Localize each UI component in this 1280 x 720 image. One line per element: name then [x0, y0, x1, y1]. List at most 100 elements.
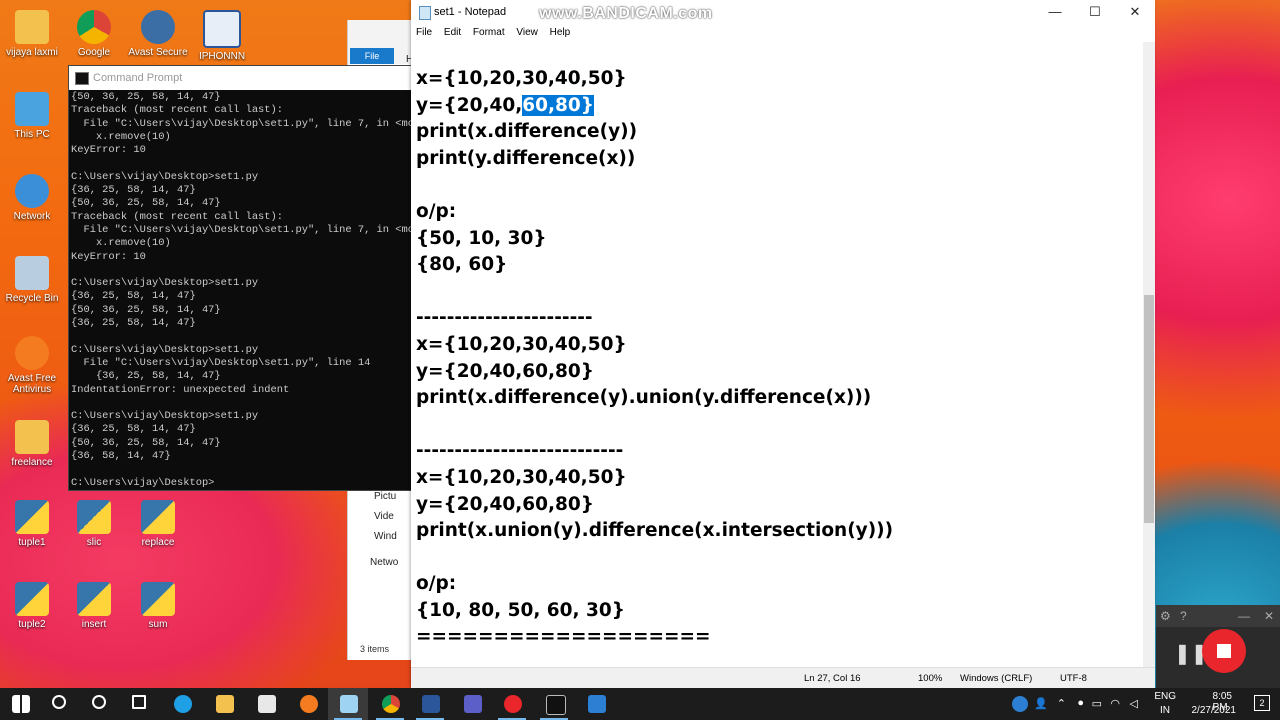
help-icon[interactable]: ?	[1180, 605, 1187, 627]
pinned-app-icon[interactable]	[576, 688, 616, 720]
edge-icon[interactable]	[162, 688, 202, 720]
status-zoom: 100%	[918, 673, 943, 684]
text-line: print(x.difference(y).union(y.difference…	[416, 387, 872, 409]
menu-help[interactable]: Help	[550, 27, 571, 38]
desktop-icon-avast-free-antivirus[interactable]: Avast Free Antivirus	[0, 336, 64, 395]
python-file-icon	[141, 582, 175, 616]
volume-icon[interactable]: ◁	[1130, 697, 1138, 710]
desktop-icon-avast-secure[interactable]: Avast Secure	[126, 10, 190, 58]
text-line: y={20,40,60,80}	[416, 93, 1136, 120]
text-line: {10, 80, 50, 60, 30}	[416, 599, 625, 621]
notepad-text-area[interactable]: x={10,20,30,40,50} y={20,40,60,80} print…	[416, 66, 1136, 656]
help-tray-icon[interactable]	[1012, 696, 1028, 712]
text-line: x={10,20,30,40,50}	[416, 68, 627, 89]
desktop-icon-freelance[interactable]: freelance	[0, 420, 64, 468]
desktop-icon-vijaya-laxmi[interactable]: vijaya laxmi	[0, 10, 64, 58]
python-file-icon	[15, 582, 49, 616]
text-line: print(x.difference(y))	[416, 121, 638, 143]
close-icon[interactable]: ✕	[1264, 605, 1274, 627]
chrome-icon[interactable]	[370, 688, 410, 720]
show-hidden-icons-chevron-icon[interactable]: ⌃	[1057, 697, 1066, 710]
clock-date[interactable]: 2/27/2021	[1192, 705, 1237, 716]
folder-icon	[15, 420, 49, 454]
text-line-prefix: y={20,40,	[416, 94, 523, 116]
menu-format[interactable]: Format	[473, 27, 505, 38]
selected-text[interactable]: 60,80}	[522, 94, 594, 116]
desktop-icon-replace[interactable]: replace	[126, 500, 190, 548]
status-position: Ln 27, Col 16	[804, 673, 861, 684]
avast-browser-icon[interactable]	[288, 688, 328, 720]
word-icon[interactable]	[410, 688, 450, 720]
notepad-icon[interactable]	[328, 688, 368, 720]
bandicam-recorder-widget[interactable]: ⚙ ? — ✕ ❚❚	[1156, 605, 1280, 688]
desktop-icon-this-pc[interactable]: This PC	[0, 92, 64, 140]
explorer-nav-windows[interactable]: Wind	[374, 531, 397, 542]
chrome-icon	[77, 10, 111, 44]
text-line: {80, 60}	[416, 254, 508, 276]
status-line-ending: Windows (CRLF)	[960, 673, 1033, 684]
word-doc-icon	[203, 10, 241, 48]
explorer-file-tab[interactable]: File	[350, 48, 394, 64]
maximize-button[interactable]: ☐	[1075, 0, 1115, 24]
cmd-titlebar[interactable]: Command Prompt	[69, 66, 413, 90]
cmd-output[interactable]: {50, 36, 25, 58, 14, 47} Traceback (most…	[69, 90, 413, 490]
stop-record-button[interactable]	[1202, 629, 1246, 673]
store-icon[interactable]	[246, 688, 286, 720]
input-language-bottom[interactable]: IN	[1160, 705, 1170, 716]
text-line: -----------------------	[416, 307, 593, 329]
menu-view[interactable]: View	[516, 27, 538, 38]
minimize-button[interactable]: —	[1035, 0, 1075, 24]
desktop-icon-tuple2[interactable]: tuple2	[0, 582, 64, 630]
wifi-icon[interactable]: ◠	[1110, 697, 1120, 710]
recycle-bin-icon	[15, 256, 49, 290]
status-encoding: UTF-8	[1060, 673, 1087, 684]
desktop-icon-tuple1[interactable]: tuple1	[0, 500, 64, 548]
menu-file[interactable]: File	[416, 27, 432, 38]
taskbar: 👤 ⌃ ● ▭ ◠ ◁ ENG IN 8:05 PM 2/27/2021 2	[0, 688, 1280, 720]
desktop-icon-slic[interactable]: slic	[62, 500, 126, 548]
text-line	[416, 279, 1136, 306]
desktop-icon-sum[interactable]: sum	[126, 582, 190, 630]
text-line: o/p:	[416, 573, 457, 595]
explorer-nav-network[interactable]: Netwo	[370, 557, 398, 568]
people-icon[interactable]: 👤	[1034, 697, 1048, 710]
notification-center-icon[interactable]: 2	[1254, 695, 1270, 711]
text-line: ---------------------------	[416, 440, 624, 462]
user-folder-icon	[15, 10, 49, 44]
location-icon[interactable]: ●	[1077, 697, 1084, 709]
task-view-icon[interactable]	[120, 688, 160, 720]
cortana-icon[interactable]	[80, 688, 120, 720]
desktop-icon-insert[interactable]: insert	[62, 582, 126, 630]
desktop-icon-recycle-bin[interactable]: Recycle Bin	[0, 256, 64, 304]
input-language-top[interactable]: ENG	[1154, 691, 1176, 702]
close-button[interactable]: ✕	[1115, 0, 1155, 24]
cmd-icon	[75, 72, 89, 85]
notepad-titlebar[interactable]: set1 - Notepad www.BANDICAM.com — ☐ ✕	[411, 0, 1155, 24]
python-file-icon	[141, 500, 175, 534]
vertical-scrollbar[interactable]	[1143, 42, 1155, 667]
text-line	[416, 172, 1136, 199]
explorer-nav-pictures[interactable]: Pictu	[374, 491, 396, 502]
gear-icon[interactable]: ⚙	[1160, 605, 1171, 627]
notepad-statusbar: Ln 27, Col 16 100% Windows (CRLF) UTF-8	[411, 667, 1155, 689]
desktop-icon-iphonnn[interactable]: IPHONNN	[190, 10, 254, 62]
desktop-icon-network[interactable]: Network	[0, 174, 64, 222]
notepad-title: set1 - Notepad	[434, 6, 507, 18]
menu-edit[interactable]: Edit	[444, 27, 461, 38]
explorer-nav-videos[interactable]: Vide	[374, 511, 394, 522]
bandicam-icon[interactable]	[492, 688, 532, 720]
command-prompt-window[interactable]: Command Prompt {50, 36, 25, 58, 14, 47} …	[68, 65, 414, 491]
desktop-icon-google[interactable]: Google	[62, 10, 126, 58]
search-icon[interactable]	[40, 688, 80, 720]
cmd-icon[interactable]	[534, 688, 574, 720]
battery-icon[interactable]: ▭	[1092, 697, 1102, 710]
network-icon	[15, 174, 49, 208]
minimize-icon[interactable]: —	[1238, 605, 1250, 627]
text-line: y={20,40,60,80}	[416, 493, 594, 515]
teams-icon[interactable]	[452, 688, 492, 720]
notepad-window[interactable]: set1 - Notepad www.BANDICAM.com — ☐ ✕ Fi…	[411, 0, 1155, 689]
scrollbar-thumb[interactable]	[1144, 295, 1154, 523]
file-explorer-icon[interactable]	[204, 688, 244, 720]
windows-start-icon[interactable]	[0, 688, 40, 720]
recorder-topbar: ⚙ ? — ✕	[1156, 605, 1280, 627]
